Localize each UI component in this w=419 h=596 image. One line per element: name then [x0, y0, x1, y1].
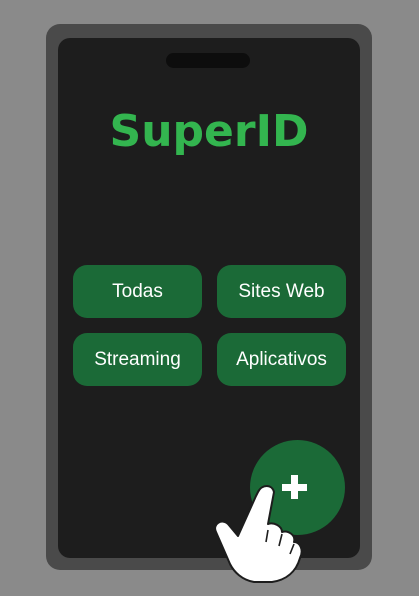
category-button-todas[interactable]: Todas — [73, 265, 202, 318]
category-button-sites-web[interactable]: Sites Web — [217, 265, 346, 318]
phone-screen: SuperID Todas Sites Web Streaming Aplica… — [58, 38, 360, 558]
category-button-streaming[interactable]: Streaming — [73, 333, 202, 386]
category-button-aplicativos[interactable]: Aplicativos — [217, 333, 346, 386]
pointing-hand-icon — [214, 485, 303, 583]
app-title: SuperID — [109, 106, 309, 157]
phone-speaker — [166, 53, 250, 68]
phone-frame: SuperID Todas Sites Web Streaming Aplica… — [46, 24, 372, 570]
